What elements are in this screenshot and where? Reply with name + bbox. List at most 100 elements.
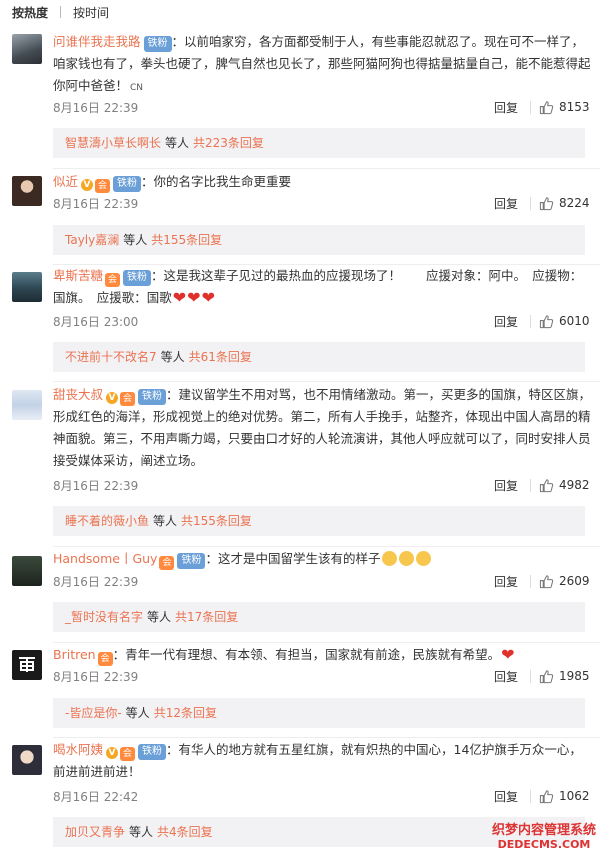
username[interactable]: Britren [53, 647, 96, 662]
thumbs-up-emoji-icon [382, 551, 398, 566]
reply-preview[interactable]: 睡不着的薇小鱼 等人 共155条回复 [53, 506, 585, 536]
comment-meta: 8月16日 23:00 回复 6010 [53, 311, 593, 331]
username[interactable]: 问谁伴我走我路 [53, 34, 141, 49]
avatar[interactable] [12, 556, 42, 586]
comment-body: 卑斯苦糖会铁粉 ：这是我这辈子见过的最热血的应援现场了！ 应援对象：阿中。 应援物… [53, 265, 593, 309]
reply-count-link[interactable]: 共223条回复 [193, 136, 264, 150]
member-icon: 会 [95, 179, 111, 193]
watermark-cn: 织梦内容管理系统 [491, 823, 596, 838]
avatar[interactable] [12, 390, 42, 420]
reply-others-label: 等人 [123, 233, 148, 247]
comment-divider [53, 737, 600, 738]
meta-divider [530, 670, 531, 683]
username[interactable]: 喝水阿姨 [53, 742, 103, 757]
reply-others-label: 等人 [125, 706, 150, 720]
like-button[interactable]: 1062 [539, 786, 590, 806]
watermark-en: DEDECMS.COM [497, 838, 591, 851]
reply-count-link[interactable]: 共17条回复 [175, 610, 238, 624]
reply-preview[interactable]: 不进前十不改名7 等人 共61条回复 [53, 342, 585, 372]
avatar[interactable] [12, 650, 42, 680]
tab-by-hotness[interactable]: 按热度 [12, 4, 48, 21]
reply-button[interactable]: 回复 [494, 99, 518, 116]
thumbs-up-icon [539, 669, 554, 683]
username[interactable]: 似近 [53, 174, 78, 189]
reply-preview[interactable]: -皆应是你- 等人 共12条回复 [53, 698, 585, 728]
reply-username[interactable]: 睡不着的薇小鱼 [65, 514, 149, 528]
comment-text: ：青年一代有理想、有本领、有担当，国家就有前途，民族就有希望。 [112, 647, 501, 662]
reply-count-link[interactable]: 共61条回复 [189, 350, 252, 364]
fan-badge: 铁粉 [123, 270, 152, 286]
reply-username[interactable]: -皆应是你- [65, 706, 122, 720]
comment-body: 似近 V 会铁粉 ：你的名字比我生命更重要 [53, 171, 593, 193]
avatar[interactable] [12, 272, 42, 302]
member-icon: 会 [97, 652, 113, 666]
heart-icon: ❤ [172, 288, 187, 307]
meta-divider [530, 575, 531, 588]
reply-button[interactable]: 回复 [494, 195, 518, 212]
cn-tag: CN [130, 83, 144, 93]
avatar[interactable] [12, 176, 42, 206]
comment-meta: 8月16日 22:39 回复 4982 [53, 475, 593, 495]
reply-button[interactable]: 回复 [494, 477, 518, 494]
timestamp: 8月16日 22:42 [53, 790, 139, 804]
meta-divider [530, 315, 531, 328]
logo-icon [19, 657, 35, 672]
reply-button[interactable]: 回复 [494, 313, 518, 330]
reply-count-link[interactable]: 共155条回复 [151, 233, 222, 247]
tab-by-time[interactable]: 按时间 [73, 4, 109, 21]
meta-divider [530, 790, 531, 803]
fan-badge: 铁粉 [177, 553, 206, 569]
avatar[interactable] [12, 745, 42, 775]
reply-preview[interactable]: Tayly嘉澜 等人 共155条回复 [53, 225, 585, 255]
reply-count-link[interactable]: 共4条回复 [157, 825, 213, 839]
reply-button[interactable]: 回复 [494, 668, 518, 685]
username[interactable]: 卑斯苦糖 [53, 268, 103, 283]
fan-badge: 铁粉 [138, 389, 167, 405]
reply-button[interactable]: 回复 [494, 788, 518, 805]
reply-others-label: 等人 [129, 825, 154, 839]
comment-body: 喝水阿姨 V 会铁粉 ：有华人的地方就有五星红旗，就有炽热的中国心，14亿护旗手万众一… [53, 739, 593, 783]
thumbs-up-icon [539, 574, 554, 588]
comment-text: ：你的名字比我生命更重要 [141, 174, 292, 189]
reply-others-label: 等人 [147, 610, 172, 624]
comment-meta: 8月16日 22:39 回复 8153 [53, 97, 593, 117]
reply-others-label: 等人 [165, 136, 190, 150]
timestamp: 8月16日 22:39 [53, 575, 139, 589]
heart-icon: ❤ [201, 288, 215, 307]
like-button[interactable]: 4982 [539, 475, 590, 495]
comment-divider [53, 642, 600, 643]
heart-icon: ❤ [187, 288, 201, 307]
avatar[interactable] [12, 34, 42, 64]
verified-v-icon: V [81, 179, 94, 191]
like-count: 8153 [559, 100, 590, 114]
reply-count-link[interactable]: 共155条回复 [181, 514, 252, 528]
reply-count-link[interactable]: 共12条回复 [154, 706, 217, 720]
username[interactable]: Handsome丨Guy [53, 551, 157, 566]
like-button[interactable]: 1985 [539, 666, 590, 686]
reply-preview[interactable]: _暂时没有名字 等人 共17条回复 [53, 602, 585, 632]
comment-body: Britren 会：青年一代有理想、有本领、有担当，国家就有前途，民族就有希望。❤ [53, 644, 593, 666]
username[interactable]: 甜丧大叔 [53, 387, 103, 402]
like-button[interactable]: 8224 [539, 193, 590, 213]
watermark: 织梦内容管理系统 DEDECMS.COM [492, 824, 596, 850]
fan-badge: 铁粉 [143, 36, 172, 52]
member-icon: 会 [120, 392, 136, 406]
like-button[interactable]: 2609 [539, 571, 590, 591]
comment-meta: 8月16日 22:42 回复 1062 [53, 786, 593, 806]
reply-preview[interactable]: 智慧濤小草长啊长 等人 共223条回复 [53, 128, 585, 158]
sort-tabs: 按热度 按时间 [0, 0, 600, 24]
timestamp: 8月16日 22:39 [53, 479, 139, 493]
timestamp: 8月16日 22:39 [53, 101, 139, 115]
member-icon: 会 [159, 556, 175, 570]
verified-v-icon: V [106, 747, 119, 759]
like-button[interactable]: 6010 [539, 311, 590, 331]
reply-button[interactable]: 回复 [494, 573, 518, 590]
reply-username[interactable]: Tayly嘉澜 [65, 233, 119, 247]
reply-username[interactable]: 不进前十不改名7 [65, 350, 157, 364]
reply-username[interactable]: 加贝又青争 [65, 825, 125, 839]
comment-divider [53, 546, 600, 547]
reply-username[interactable]: 智慧濤小草长啊长 [65, 136, 161, 150]
reply-username[interactable]: _暂时没有名字 [65, 610, 143, 624]
comment-body: Handsome丨Guy 会铁粉 ：这才是中国留学生该有的样子 [53, 548, 593, 570]
like-button[interactable]: 8153 [539, 97, 590, 117]
